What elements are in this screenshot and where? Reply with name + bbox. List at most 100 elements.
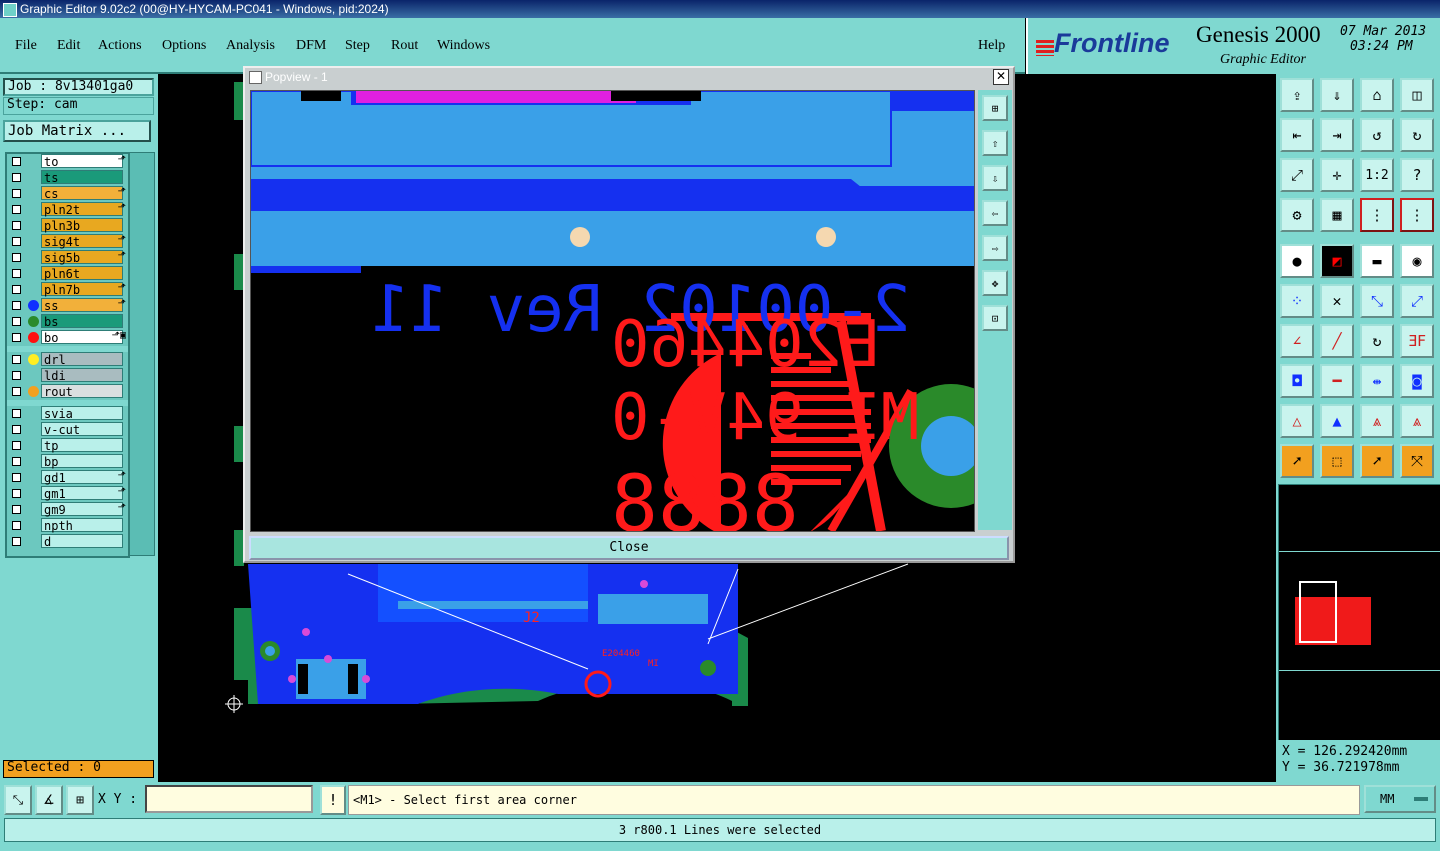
layer-name[interactable]: pln3b bbox=[41, 218, 123, 233]
triangle-blue-icon[interactable]: ▲ bbox=[1320, 404, 1354, 438]
layer-checkbox[interactable] bbox=[12, 253, 21, 262]
line-icon[interactable]: ╱ bbox=[1320, 324, 1354, 358]
popview-pan-down-icon[interactable]: ⇩ bbox=[982, 165, 1008, 191]
layer-name[interactable]: sig4t bbox=[41, 234, 123, 249]
layer-row[interactable]: gm9 ⬏ bbox=[7, 502, 128, 518]
layer-name[interactable]: tp bbox=[41, 438, 123, 453]
menu-edit[interactable]: Edit bbox=[57, 38, 80, 54]
zoom-center-icon[interactable]: ✛ bbox=[1320, 158, 1354, 192]
layer-row[interactable]: cs ⬏ bbox=[7, 186, 128, 202]
layer-checkbox[interactable] bbox=[12, 237, 21, 246]
layer-checkbox[interactable] bbox=[12, 157, 21, 166]
layer-row[interactable]: drl bbox=[7, 352, 128, 368]
undo-icon[interactable]: ↺ bbox=[1360, 118, 1394, 152]
route-icon[interactable]: ⤧ bbox=[1400, 444, 1434, 478]
layer-checkbox[interactable] bbox=[12, 221, 21, 230]
layer-row[interactable]: ss ⬏ bbox=[7, 298, 128, 314]
layer-checkbox[interactable] bbox=[12, 425, 21, 434]
select-mode-icon[interactable]: ● bbox=[1280, 244, 1314, 278]
layer-row[interactable]: pln3b bbox=[7, 218, 128, 234]
home-icon[interactable]: ⌂ bbox=[1360, 78, 1394, 112]
pointer-select-icon[interactable]: ➚ bbox=[1360, 444, 1394, 478]
layer-name[interactable]: bs bbox=[41, 314, 123, 329]
pointer-box-icon[interactable]: ⬚ bbox=[1320, 444, 1354, 478]
menu-options[interactable]: Options bbox=[162, 38, 206, 54]
popview-pan-left-icon[interactable]: ⇦ bbox=[982, 200, 1008, 226]
layer-name[interactable]: v-cut bbox=[41, 422, 123, 437]
layer-checkbox[interactable] bbox=[12, 489, 21, 498]
layer-checkbox[interactable] bbox=[12, 505, 21, 514]
layer-name[interactable]: svia bbox=[41, 406, 123, 421]
layer-checkbox[interactable] bbox=[12, 333, 21, 342]
measure-icon[interactable]: ∡ bbox=[35, 785, 63, 815]
job-matrix-button[interactable]: Job Matrix ... bbox=[3, 120, 151, 142]
layer-checkbox[interactable] bbox=[12, 371, 21, 380]
layer-checkbox[interactable] bbox=[12, 285, 21, 294]
layer-name[interactable]: sig5b bbox=[41, 250, 123, 265]
layer-row[interactable]: rout bbox=[7, 384, 128, 400]
layer-name[interactable]: ts bbox=[41, 170, 123, 185]
export-icon[interactable]: ⇥ bbox=[1320, 118, 1354, 152]
arch-icon[interactable]: ⩓ bbox=[1360, 404, 1394, 438]
layer-checkbox[interactable] bbox=[12, 387, 21, 396]
layer-name[interactable]: pln6t bbox=[41, 266, 123, 281]
redo-icon[interactable]: ↻ bbox=[1400, 118, 1434, 152]
add-pad-icon[interactable]: ◘ bbox=[1280, 364, 1314, 398]
arch-alt-icon[interactable]: ⩓ bbox=[1400, 404, 1434, 438]
shape-group-icon[interactable]: ◙ bbox=[1400, 364, 1434, 398]
layer-checkbox[interactable] bbox=[12, 269, 21, 278]
connect-pads-icon[interactable]: ⁘ bbox=[1280, 284, 1314, 318]
layer-row[interactable]: bs bbox=[7, 314, 128, 330]
open-job-icon[interactable]: ⇪ bbox=[1280, 78, 1314, 112]
help-query-icon[interactable]: ? bbox=[1400, 158, 1434, 192]
ruler-icon[interactable]: ▬ bbox=[1360, 244, 1394, 278]
layer-checkbox[interactable] bbox=[12, 317, 21, 326]
layer-list-scrollbar[interactable] bbox=[129, 152, 155, 556]
zoom-1-2-icon[interactable]: 1:2 bbox=[1360, 158, 1394, 192]
layer-name[interactable]: drl bbox=[41, 352, 123, 367]
layer-checkbox[interactable] bbox=[12, 521, 21, 530]
layer-checkbox[interactable] bbox=[12, 355, 21, 364]
menu-rout[interactable]: Rout bbox=[391, 38, 418, 54]
layer-row[interactable]: pln2t ⬏ bbox=[7, 202, 128, 218]
rotate-pad-icon[interactable]: ⤢ bbox=[1400, 284, 1434, 318]
layer-name[interactable]: npth bbox=[41, 518, 123, 533]
layer-checkbox[interactable] bbox=[12, 301, 21, 310]
move-pad-icon[interactable]: ⤡ bbox=[1360, 284, 1394, 318]
window-split-icon[interactable]: ◫ bbox=[1400, 78, 1434, 112]
overview-map[interactable] bbox=[1278, 484, 1440, 742]
layer-name[interactable]: rout bbox=[41, 384, 123, 399]
layer-row[interactable]: gm1 ⬏ bbox=[7, 486, 128, 502]
net-red-alt-icon[interactable]: ⋮ bbox=[1400, 198, 1434, 232]
menu-file[interactable]: File bbox=[15, 38, 37, 54]
pad-select-icon[interactable]: ◉ bbox=[1400, 244, 1434, 278]
layer-name[interactable]: gm9 bbox=[41, 502, 123, 517]
zoom-window-icon[interactable]: ⤡ bbox=[4, 785, 32, 815]
layer-row[interactable]: bo ⬏▣ bbox=[7, 330, 128, 346]
layer-checkbox[interactable] bbox=[12, 205, 21, 214]
layer-row[interactable]: v-cut bbox=[7, 422, 128, 438]
layer-checkbox[interactable] bbox=[12, 537, 21, 546]
menu-dfm[interactable]: DFM bbox=[296, 38, 326, 54]
layer-name[interactable]: ldi bbox=[41, 368, 123, 383]
layer-row[interactable]: svia bbox=[7, 406, 128, 422]
angle-icon[interactable]: ∠ bbox=[1280, 324, 1314, 358]
layer-row[interactable]: gd1 ⬏ bbox=[7, 470, 128, 486]
menu-help[interactable]: Help bbox=[978, 38, 1005, 54]
popview-zoom-icon[interactable]: ⊞ bbox=[982, 95, 1008, 121]
layer-row[interactable]: to ⬏ bbox=[7, 154, 128, 170]
menu-windows[interactable]: Windows bbox=[437, 38, 490, 54]
layer-checkbox[interactable] bbox=[12, 441, 21, 450]
layer-name[interactable]: pln2t bbox=[41, 202, 123, 217]
menu-step[interactable]: Step bbox=[345, 38, 370, 54]
xy-input[interactable] bbox=[145, 785, 313, 813]
units-select[interactable]: MM bbox=[1364, 785, 1436, 813]
layer-row[interactable]: ts bbox=[7, 170, 128, 186]
layer-row[interactable]: sig4t ⬏ bbox=[7, 234, 128, 250]
import-icon[interactable]: ⇤ bbox=[1280, 118, 1314, 152]
layer-checkbox[interactable] bbox=[12, 473, 21, 482]
close-icon[interactable]: ✕ bbox=[993, 69, 1009, 85]
layer-row[interactable]: pln7b ⬏ bbox=[7, 282, 128, 298]
zoom-fit-icon[interactable]: ⤢ bbox=[1280, 158, 1314, 192]
arc-icon[interactable]: ↻ bbox=[1360, 324, 1394, 358]
